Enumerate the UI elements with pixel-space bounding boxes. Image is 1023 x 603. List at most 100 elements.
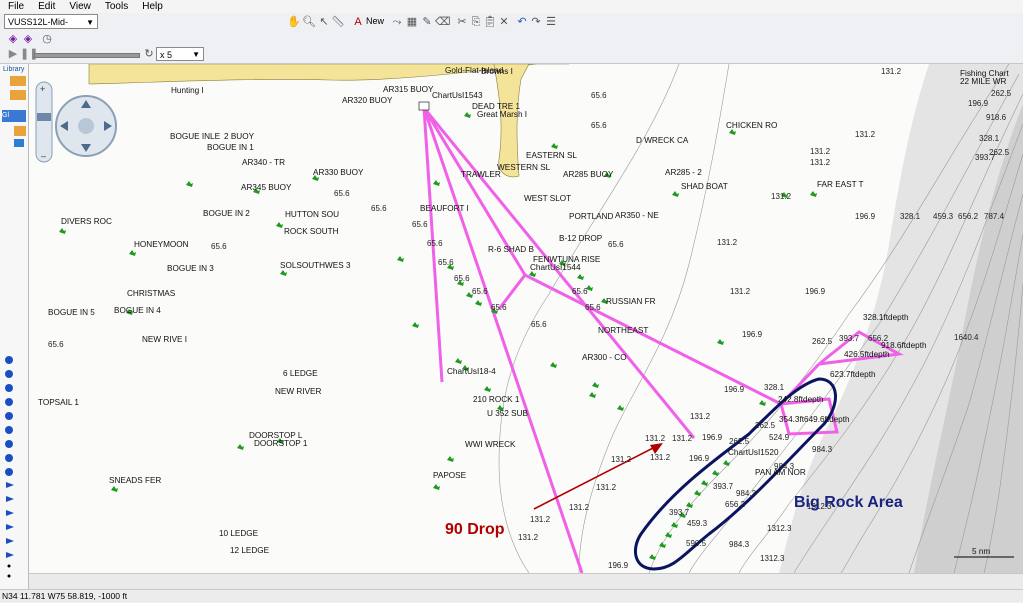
fish-icon[interactable] (712, 470, 719, 476)
fish-icon[interactable] (701, 480, 708, 486)
map-label[interactable]: BOGUE INLE (170, 132, 221, 141)
map-label[interactable]: BEAUFORT I (420, 204, 469, 213)
fish-icon[interactable] (550, 362, 557, 368)
speed-selector[interactable]: x 5 ▼ (156, 47, 204, 61)
map-label[interactable]: HONEYMOON (134, 240, 189, 249)
map-label[interactable]: BOGUE IN 4 (114, 306, 161, 315)
play-icon[interactable]: ▶ (6, 47, 20, 61)
fish-icon[interactable] (455, 358, 462, 364)
paste-icon[interactable]: 📋︎ (483, 15, 497, 29)
measure-ruler-icon[interactable]: 📏︎ (331, 15, 345, 29)
map-label[interactable]: AR320 BUOY (342, 96, 393, 105)
fish-icon[interactable] (694, 490, 701, 496)
map-label[interactable]: WEST SLOT (524, 194, 571, 203)
fish-icon[interactable] (672, 191, 679, 197)
fish-icon[interactable] (464, 112, 471, 118)
fish-icon[interactable] (759, 400, 766, 406)
zoom-slider[interactable]: + – (35, 81, 53, 163)
map-label[interactable]: ROCK SOUTH (284, 227, 339, 236)
map-label[interactable]: 2 BUOY (224, 132, 255, 141)
layer-icon[interactable] (14, 139, 24, 147)
delete-tool-icon[interactable]: ⌫ (435, 15, 451, 29)
map-label[interactable]: WESTERN SL (497, 163, 551, 172)
map-label[interactable]: CHRISTMAS (127, 289, 176, 298)
chart-selector[interactable]: VUSS12L-Mid-Atlantic ▼ (4, 14, 98, 42)
fish-icon[interactable] (447, 456, 454, 462)
map-label[interactable]: 6 LEDGE (283, 369, 318, 378)
copy-icon[interactable]: ⎘ (469, 15, 483, 29)
fish-icon[interactable] (433, 180, 440, 186)
new-button[interactable]: New (366, 16, 384, 26)
map-label[interactable]: AR285 BUOY (563, 170, 614, 179)
map-label[interactable]: BOGUE IN 3 (167, 264, 214, 273)
cut-icon[interactable]: ✂ (455, 15, 469, 29)
map-label[interactable]: SNEADS FER (109, 476, 161, 485)
map-label[interactable]: PORTLAND (569, 212, 614, 221)
waypoint-next-icon[interactable]: ◈ (21, 32, 35, 46)
fish-icon[interactable] (433, 484, 440, 490)
fish-icon[interactable] (186, 181, 193, 187)
chart-marker-icon[interactable] (418, 101, 430, 111)
pause-icon[interactable]: ❚❚ (20, 47, 38, 61)
map-label[interactable]: 426.5ftdepth (844, 350, 890, 359)
map-label[interactable]: 623.7ftdepth (830, 370, 876, 379)
folder-icon[interactable] (10, 76, 26, 86)
map-label[interactable]: RUSSIAN FR (606, 297, 656, 306)
map-label[interactable]: TOPSAIL 1 (38, 398, 79, 407)
close-icon[interactable]: ✕ (497, 15, 511, 29)
map-label[interactable]: 354.3ft649.6ftdepth (779, 415, 850, 424)
new-object-icon[interactable]: A (351, 15, 365, 29)
fish-icon[interactable] (59, 228, 66, 234)
menu-view[interactable]: View (69, 0, 91, 13)
fish-icon[interactable] (129, 250, 136, 256)
map-label[interactable]: R-6 SHAD B (488, 245, 534, 254)
pointer-icon[interactable]: ↖ (317, 15, 331, 29)
fish-icon[interactable] (592, 382, 599, 388)
map-label[interactable]: 210 ROCK 1 (473, 395, 520, 404)
fish-icon[interactable] (671, 522, 678, 528)
pan-control[interactable] (55, 95, 117, 157)
map-label[interactable]: SOLSOUTHWES 3 (280, 261, 351, 270)
fish-icon[interactable] (280, 270, 287, 276)
map-label[interactable]: 328.1ftdepth (863, 313, 909, 322)
fish-icon[interactable] (412, 322, 419, 328)
undo-icon[interactable]: ↶ (515, 15, 529, 29)
folder-icon[interactable] (10, 90, 26, 100)
map-label[interactable]: CHICKEN RO (726, 121, 777, 130)
zoom-in-icon[interactable]: + (40, 84, 45, 94)
map-label[interactable]: Hunting I (171, 86, 204, 95)
route-tool-icon[interactable]: ⤳ (390, 15, 404, 29)
fish-icon[interactable] (551, 143, 558, 149)
waypoint-prev-icon[interactable]: ◈ (6, 32, 20, 46)
fish-icon[interactable] (810, 191, 817, 197)
zoom-thumb[interactable] (37, 113, 51, 121)
map-label[interactable]: B-12 DROP (559, 234, 603, 243)
map-label[interactable]: ChartUsI1520 (728, 448, 779, 457)
map-label[interactable]: BOGUE IN 2 (203, 209, 250, 218)
fish-icon[interactable] (649, 554, 656, 560)
fish-icon[interactable] (717, 339, 724, 345)
map-label[interactable]: NORTHEAST (598, 326, 648, 335)
fish-icon[interactable] (475, 300, 482, 306)
map-label[interactable]: Browns I (481, 67, 513, 76)
map-label[interactable]: AR345 BUOY (241, 183, 292, 192)
fish-icon[interactable] (723, 460, 730, 466)
horizontal-scrollbar[interactable] (29, 573, 1023, 590)
fish-icon[interactable] (276, 222, 283, 228)
zoom-icon[interactable]: 🔍︎ (302, 15, 316, 29)
zoom-out-icon[interactable]: – (41, 151, 46, 161)
map-label[interactable]: BOGUE IN 1 (207, 143, 254, 152)
map-label[interactable]: ChartUsI1543 (432, 91, 483, 100)
map-label[interactable]: TRAWLER (461, 170, 501, 179)
menu-help[interactable]: Help (142, 0, 163, 13)
map-label[interactable]: AR330 BUOY (313, 168, 364, 177)
map-label[interactable]: AR300 - CO (582, 353, 627, 362)
fish-icon[interactable] (111, 486, 118, 492)
map-label[interactable]: 10 LEDGE (219, 529, 259, 538)
map-label[interactable]: EASTERN SL (526, 151, 577, 160)
pan-hand-icon[interactable]: ✋ (287, 15, 301, 29)
map-label[interactable]: D WRECK CA (636, 136, 689, 145)
edit-tool-icon[interactable]: ✎ (420, 15, 434, 29)
map-label[interactable]: WWI WRECK (465, 440, 516, 449)
map-label[interactable]: ChartUsI18-4 (447, 367, 496, 376)
